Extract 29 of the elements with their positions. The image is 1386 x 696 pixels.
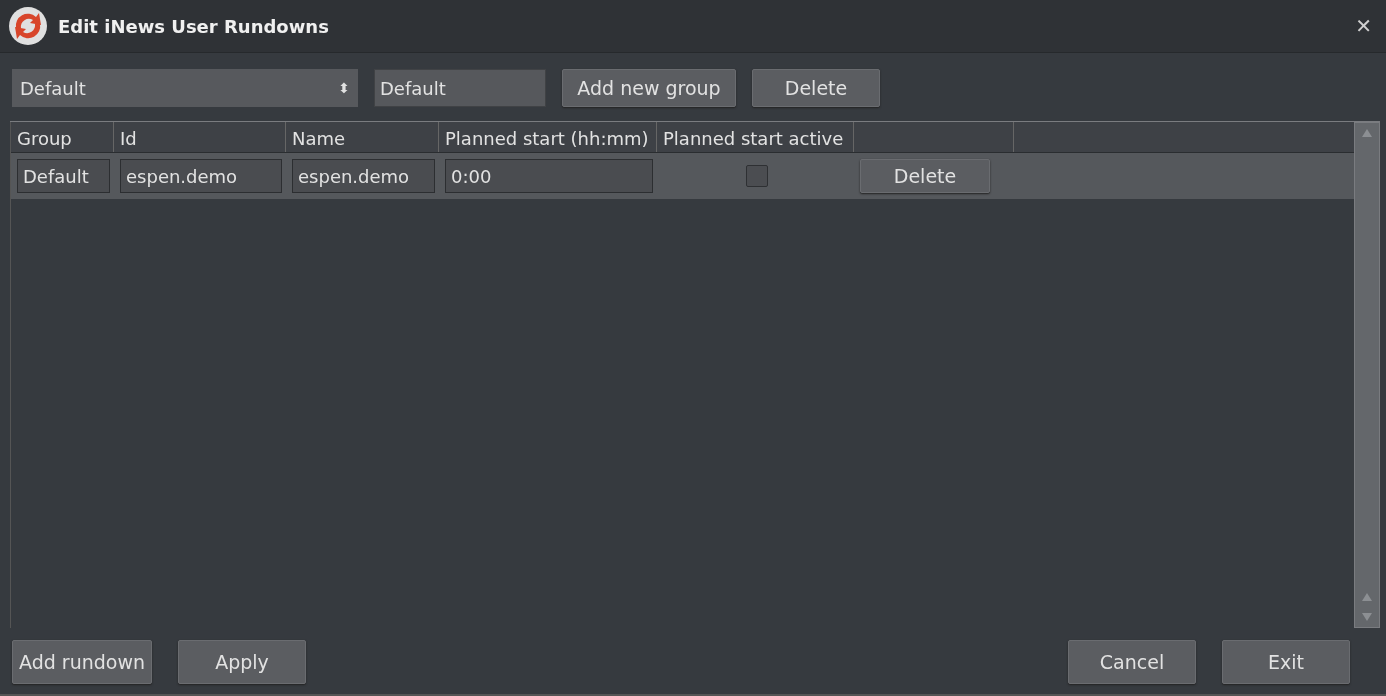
exit-button[interactable]: Exit xyxy=(1222,640,1350,684)
column-header: Planned start (hh:mm) xyxy=(439,122,657,152)
group-field[interactable]: Default xyxy=(17,159,110,193)
column-header: Id xyxy=(114,122,286,152)
dropdown-value: Default xyxy=(20,77,86,99)
group-dropdown[interactable]: Default ⬍ xyxy=(12,69,358,107)
close-button[interactable]: ✕ xyxy=(1349,14,1378,38)
delete-button[interactable]: Delete xyxy=(860,159,990,193)
table-row[interactable]: Default espen.demo espen.demo 0:00 Delete xyxy=(11,153,1354,199)
delete-button[interactable]: Delete xyxy=(752,69,880,107)
apply-button[interactable]: Apply xyxy=(178,640,306,684)
time-field[interactable]: 0:00 xyxy=(445,159,653,193)
column-header: Planned start active xyxy=(657,122,854,152)
add-rundown-button[interactable]: Add rundown xyxy=(12,640,152,684)
sort-arrows-icon: ⬍ xyxy=(338,80,350,96)
add-group-button[interactable]: Add new group xyxy=(562,69,736,107)
window-title: Edit iNews User Rundowns xyxy=(58,15,329,37)
scrollbar[interactable] xyxy=(1354,122,1380,628)
name-field[interactable]: espen.demo xyxy=(292,159,435,193)
scroll-down-icon[interactable] xyxy=(1362,613,1372,621)
column-header: Group xyxy=(11,122,114,152)
column-header: Name xyxy=(286,122,439,152)
checkbox[interactable] xyxy=(745,165,768,187)
app-logo-icon xyxy=(8,6,48,46)
scroll-up-icon[interactable] xyxy=(1362,129,1372,137)
id-field[interactable]: espen.demo xyxy=(120,159,282,193)
scroll-up-icon[interactable] xyxy=(1362,593,1372,601)
group-name-field[interactable]: Default xyxy=(374,69,546,107)
cancel-button[interactable]: Cancel xyxy=(1068,640,1196,684)
